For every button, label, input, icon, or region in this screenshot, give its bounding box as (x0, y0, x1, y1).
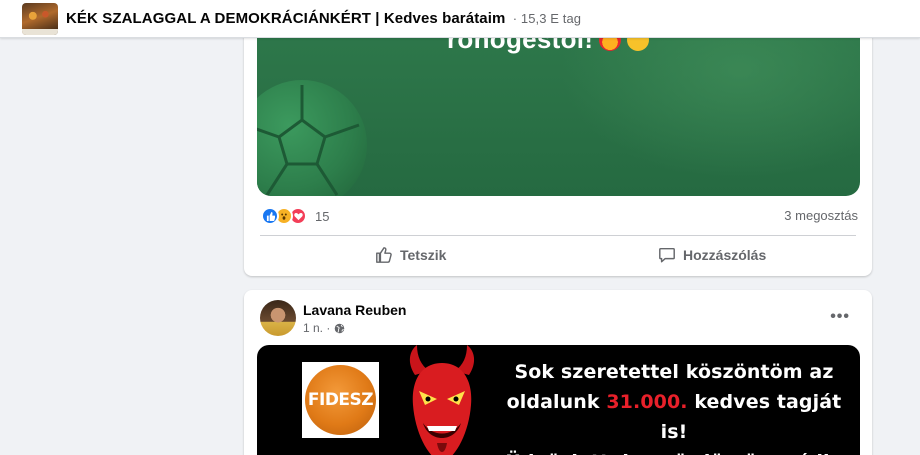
divider (260, 235, 856, 236)
group-member-count: · 15,3 E tag (512, 11, 582, 26)
greeting-line-2-end: kedves tagját is! (660, 391, 842, 443)
avatar[interactable] (260, 300, 296, 336)
group-header-bar: KÉK SZALAGGAL A DEMOKRÁCIÁNKÉRT | Kedves… (0, 0, 920, 38)
post-card: Lavana Reuben 1 n. · ••• FIDESZ Sok szer… (244, 290, 872, 455)
fidesz-logo: FIDESZ (302, 362, 379, 438)
more-options-icon[interactable]: ••• (830, 308, 850, 326)
greeting-line-2-start: oldalunk (506, 391, 607, 413)
comment-label: Hozzászólás (683, 247, 767, 263)
like-reaction-icon (261, 207, 279, 225)
like-label: Tetszik (400, 247, 447, 263)
logo-text: FIDESZ (307, 390, 374, 410)
group-cover-thumbnail[interactable] (22, 3, 58, 35)
thumbs-up-icon (376, 247, 392, 263)
member-count-highlight: 31.000. (606, 391, 688, 413)
post-meta: 1 n. · (303, 321, 345, 335)
post-image[interactable]: FIDESZ Sok szeretettel köszöntöm az olda… (257, 345, 860, 455)
group-name[interactable]: KÉK SZALAGGAL A DEMOKRÁCIÁNKÉRT | Kedves… (66, 10, 505, 27)
greeting-line-2: oldalunk 31.000. kedves tagját is! (494, 387, 854, 447)
group-title[interactable]: KÉK SZALAGGAL A DEMOKRÁCIÁNKÉRT | Kedves… (66, 10, 581, 27)
reaction-count[interactable]: 15 (315, 209, 329, 224)
greeting-text: Sok szeretettel köszöntöm az oldalunk 31… (494, 357, 854, 455)
post-card: röhögéstől! 15 3 megosztás Tetszik Hozzá… (244, 0, 872, 276)
like-button[interactable]: Tetszik (375, 244, 446, 266)
ball-graphic (257, 80, 367, 196)
globe-icon (335, 323, 345, 333)
comment-icon (659, 247, 675, 263)
greeting-line-1: Sok szeretettel köszöntöm az (514, 361, 834, 383)
post-time[interactable]: 1 n. · (303, 321, 330, 335)
devil-illustration (409, 345, 475, 455)
greeting-line-3: Üdvözlettel: az ördög ügyvédje (494, 447, 854, 455)
share-count[interactable]: 3 megosztás (784, 208, 858, 223)
reaction-summary[interactable]: 15 (261, 206, 329, 226)
comment-button[interactable]: Hozzászólás (658, 244, 766, 266)
post-author[interactable]: Lavana Reuben (303, 302, 406, 318)
